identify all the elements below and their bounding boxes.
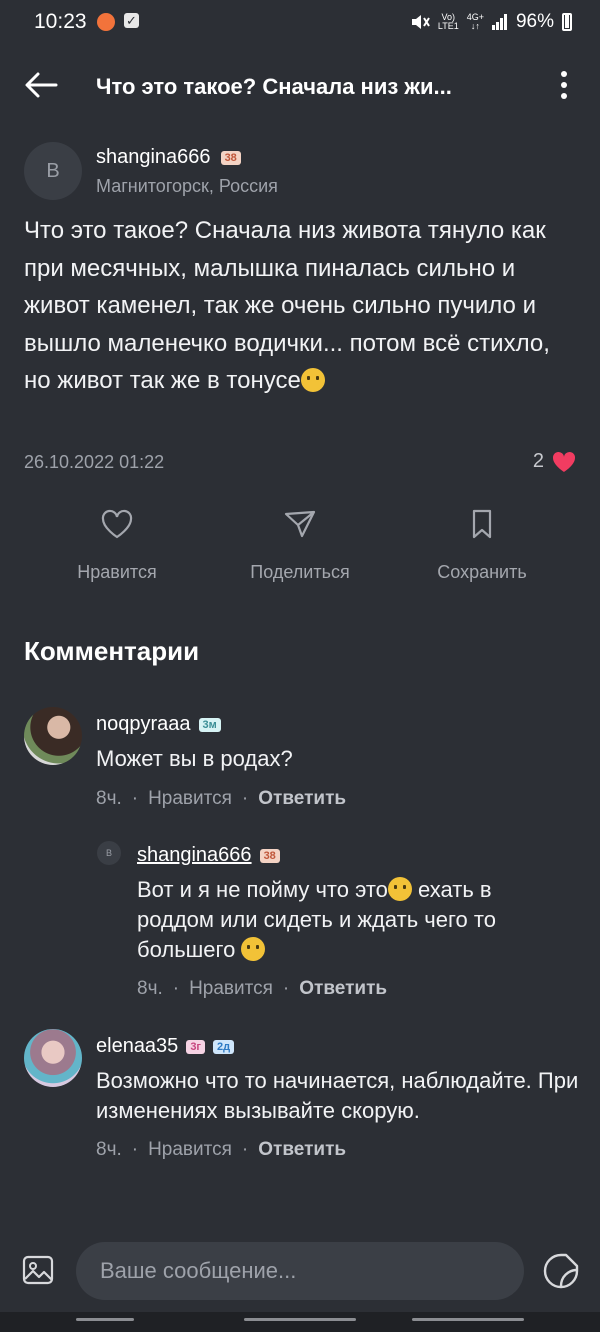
commenter-avatar[interactable] xyxy=(24,1029,82,1087)
status-time: 10:23 xyxy=(34,10,87,33)
status-right: Vo) LTE1 4G+ ↓↑ 96% xyxy=(410,11,572,33)
reply-badge: 38 xyxy=(259,848,280,863)
nav-back[interactable] xyxy=(412,1318,524,1321)
commenter-avatar[interactable] xyxy=(24,707,82,765)
message-composer: Ваше сообщение... xyxy=(0,1222,600,1322)
battery-icon xyxy=(562,13,572,31)
notification-app-icon xyxy=(97,13,115,31)
pregnancy-week-badge: 38 xyxy=(220,150,241,165)
reply-author[interactable]: shangina666 xyxy=(137,844,252,867)
system-nav-bar xyxy=(0,1312,600,1332)
reply-text: Вот и я не пойму что это ехать в роддом … xyxy=(137,877,496,962)
top-app-bar: Что это такое? Сначала низ жи... xyxy=(0,46,600,126)
comment-meta: 8ч. · Нравится · Ответить xyxy=(96,1139,347,1161)
laughing-emoji-icon xyxy=(387,877,412,901)
comment-badge: 3г xyxy=(186,1039,206,1054)
like-count: 2 xyxy=(532,450,544,472)
comment-reply-button[interactable]: Ответить xyxy=(258,1139,346,1161)
message-input[interactable]: Ваше сообщение... xyxy=(76,1242,524,1300)
like-label: Нравится xyxy=(77,562,157,582)
reply-reply-button[interactable]: Ответить xyxy=(299,978,387,1000)
comment-meta: 8ч. · Нравится · Ответить xyxy=(96,788,347,810)
battery-percent: 96% xyxy=(515,11,554,32)
comment-author[interactable]: elenaa35 xyxy=(96,1035,178,1058)
mute-icon xyxy=(411,15,430,29)
save-button[interactable]: Сохранить xyxy=(397,508,567,583)
author-location: Магнитогорск, Россия xyxy=(96,176,278,196)
comment-text: Может вы в родах? xyxy=(96,746,293,771)
author-name[interactable]: shangina666 xyxy=(96,146,211,169)
like-button[interactable]: Нравится xyxy=(32,508,202,583)
comment-text: Возможно что то начинается, наблюдайте. … xyxy=(96,1068,579,1123)
comment-time: 8ч. xyxy=(96,788,122,809)
comment-like-button[interactable]: Нравится xyxy=(148,788,232,810)
data-label: 4G+ ↓↑ xyxy=(466,12,484,31)
heart-filled-icon xyxy=(552,451,576,472)
comment-author[interactable]: noqpyraaa xyxy=(96,713,191,736)
share-button[interactable]: Поделиться xyxy=(215,508,385,583)
thinking-emoji-icon xyxy=(300,368,325,392)
page-title: Что это такое? Сначала низ жи... xyxy=(96,74,452,99)
reply-author-avatar[interactable]: В xyxy=(97,841,121,865)
comment-author-block: elenaa35 3г 2д xyxy=(96,1035,235,1058)
back-arrow-icon[interactable] xyxy=(22,68,62,102)
post-date: 26.10.2022 01:22 xyxy=(24,452,165,472)
thinking-emoji-icon xyxy=(241,937,266,961)
notification-check-icon: ✓ xyxy=(124,13,139,28)
comment-badge: 3м xyxy=(198,717,221,732)
reply-meta: 8ч. · Нравится · Ответить xyxy=(137,978,388,1000)
comments-heading: Комментарии xyxy=(24,636,200,666)
more-vert-icon[interactable] xyxy=(556,70,572,100)
comment-reply-button[interactable]: Ответить xyxy=(258,788,346,810)
post-actions: Нравится Поделиться Сохранить xyxy=(0,508,600,598)
comment-badge: 2д xyxy=(213,1039,235,1054)
nav-home[interactable] xyxy=(244,1318,356,1321)
heart-outline-icon xyxy=(101,509,133,539)
author-avatar[interactable]: В xyxy=(24,142,82,200)
share-label: Поделиться xyxy=(250,562,350,582)
reply-author-block: shangina666 38 xyxy=(137,844,280,867)
post-body: Что это такое? Сначала низ живота тянуло… xyxy=(24,217,550,394)
bookmark-icon xyxy=(472,509,492,539)
share-send-icon xyxy=(284,510,316,538)
comment-author-block: noqpyraaa 3м xyxy=(96,713,221,736)
comment-time: 8ч. xyxy=(96,1139,122,1160)
reply-like-button[interactable]: Нравится xyxy=(189,978,273,1000)
network-label: Vo) LTE1 xyxy=(437,12,459,31)
signal-icon xyxy=(491,14,507,30)
post-like-count: 2 xyxy=(533,450,576,473)
author-block: shangina666 38 xyxy=(96,146,241,169)
comment-like-button[interactable]: Нравится xyxy=(148,1139,232,1161)
save-label: Сохранить xyxy=(437,562,527,582)
image-attach-icon[interactable] xyxy=(22,1254,54,1286)
sticker-icon[interactable] xyxy=(542,1252,580,1290)
status-bar: 10:23 ✓ Vo) LTE1 4G+ ↓↑ 96% xyxy=(0,0,600,46)
nav-recents[interactable] xyxy=(76,1318,134,1321)
reply-time: 8ч. xyxy=(137,978,163,999)
